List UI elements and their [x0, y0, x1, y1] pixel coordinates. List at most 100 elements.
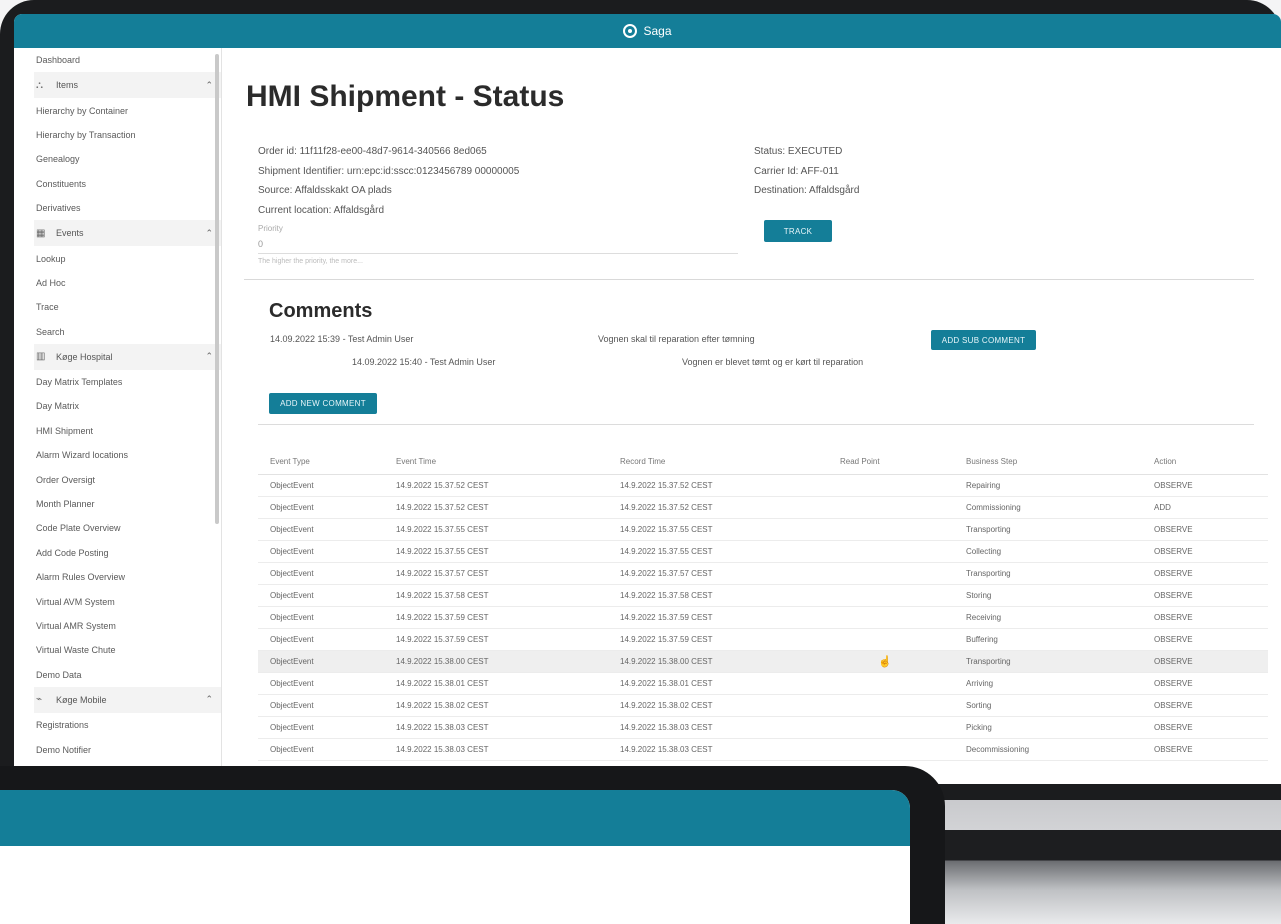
col-record-time[interactable]: Record Time [620, 450, 840, 475]
col-action[interactable]: Action [1154, 450, 1268, 475]
sidebar-item[interactable]: Dashboard [34, 48, 221, 72]
chevron-up-icon[interactable]: ⌃ [205, 80, 213, 91]
comments-divider [258, 424, 1254, 425]
cell-event-time: 14.9.2022 15.37.57 CEST [396, 562, 620, 585]
table-row[interactable]: ObjectEvent 14.9.2022 15.37.59 CEST 14.9.2… [258, 606, 1268, 629]
table-row[interactable]: ObjectEvent 14.9.2022 15.37.52 CEST 14.9.2… [258, 496, 1268, 519]
cell-action: OBSERVE [1154, 672, 1268, 695]
comment-1-meta: 14.09.2022 15:39 - Test Admin User [270, 334, 414, 344]
cell-event-time: 14.9.2022 15.37.55 CEST [396, 518, 620, 541]
sidebar-group[interactable]: ⌁ Køge Mobile ⌃ [34, 686, 221, 713]
cell-event-type: ObjectEvent [258, 628, 396, 651]
col-business-step[interactable]: Business Step [966, 450, 1154, 475]
sidebar-item[interactable]: Day Matrix Templates [34, 370, 221, 394]
track-button[interactable]: TRACK [764, 220, 832, 242]
carrier-id: Carrier Id: AFF-011 [754, 165, 839, 177]
cell-action: ADD [1154, 496, 1268, 519]
cell-event-type: ObjectEvent [258, 716, 396, 739]
foreground-device [0, 766, 945, 924]
sidebar-item[interactable]: Add Code Posting [34, 541, 221, 565]
status: Status: EXECUTED [754, 146, 843, 157]
table-row[interactable]: ObjectEvent 14.9.2022 15.37.57 CEST 14.9.2… [258, 562, 1268, 585]
sidebar-item[interactable]: Derivatives [34, 196, 221, 220]
sidebar-group-label: Køge Hospital [56, 351, 113, 362]
laptop-base [900, 830, 1281, 924]
cell-read-point [840, 694, 966, 717]
cell-read-point [840, 562, 966, 585]
sidebar-group[interactable]: ▦ Events ⌃ [34, 220, 221, 247]
sidebar-item[interactable]: HMI Shipment [34, 419, 221, 443]
table-row[interactable]: ObjectEvent 14.9.2022 15.37.58 CEST 14.9.2… [258, 584, 1268, 607]
cell-action: OBSERVE [1154, 474, 1268, 497]
chevron-up-icon[interactable]: ⌃ [205, 351, 213, 362]
shipment-status: Status: EXECUTED Carrier Id: AFF-011 Des… [754, 142, 859, 201]
sidebar-item[interactable]: Virtual Waste Chute [34, 638, 221, 662]
cell-read-point [840, 672, 966, 695]
chevron-up-icon[interactable]: ⌃ [205, 694, 213, 705]
sidebar-item[interactable]: Alarm Wizard locations [34, 443, 221, 467]
cell-record-time: 14.9.2022 15.37.59 CEST [620, 628, 840, 651]
sidebar-item[interactable]: Registrations [34, 713, 221, 737]
priority-field[interactable]: Priority 0 The higher the priority, the … [258, 224, 738, 265]
col-read-point[interactable]: Read Point [840, 450, 966, 475]
table-row[interactable]: ObjectEvent 14.9.2022 15.38.01 CEST 14.9.2… [258, 672, 1268, 695]
sidebar-item[interactable]: Genealogy [34, 147, 221, 171]
cell-action: OBSERVE [1154, 628, 1268, 651]
chevron-up-icon[interactable]: ⌃ [205, 228, 213, 239]
comment-2-meta: 14.09.2022 15:40 - Test Admin User [352, 357, 496, 367]
sidebar-item[interactable]: Lookup [34, 246, 221, 270]
sidebar-item[interactable]: Demo Data [34, 663, 221, 687]
table-row[interactable]: ObjectEvent 14.9.2022 15.37.52 CEST 14.9.2… [258, 474, 1268, 497]
table-row[interactable]: ObjectEvent 14.9.2022 15.37.55 CEST 14.9.2… [258, 518, 1268, 541]
sidebar-item[interactable]: Order Oversigt [34, 467, 221, 491]
cell-record-time: 14.9.2022 15.37.52 CEST [620, 496, 840, 519]
priority-input[interactable]: 0 [258, 239, 738, 254]
sidebar-item[interactable]: Virtual AMR System [34, 614, 221, 638]
col-event-type[interactable]: Event Type [258, 450, 396, 475]
cell-read-point [840, 496, 966, 519]
cell-action: OBSERVE [1154, 606, 1268, 629]
col-event-time[interactable]: Event Time [396, 450, 620, 475]
cell-event-time: 14.9.2022 15.38.01 CEST [396, 672, 620, 695]
cell-event-type: ObjectEvent [258, 562, 396, 585]
sidebar-item[interactable]: Ad Hoc [34, 271, 221, 295]
sidebar-item[interactable]: Hierarchy by Transaction [34, 123, 221, 147]
sidebar-group[interactable]: ⛬ Items ⌃ [34, 72, 221, 99]
sidebar-item[interactable]: Constituents [34, 172, 221, 196]
table-row[interactable]: ObjectEvent 14.9.2022 15.37.59 CEST 14.9.2… [258, 628, 1268, 651]
events-table: Event Type Event Time Record Time Read P… [258, 450, 1268, 761]
table-row[interactable]: ObjectEvent 14.9.2022 15.38.03 CEST 14.9.2… [258, 716, 1268, 739]
cell-action: OBSERVE [1154, 584, 1268, 607]
laptop-bezel: Saga Dashboard ⛬ Items ⌃ Hierarchy by Contai… [0, 0, 1281, 800]
cell-read-point [840, 606, 966, 629]
add-new-comment-button[interactable]: ADD NEW COMMENT [269, 393, 377, 414]
cell-record-time: 14.9.2022 15.37.52 CEST [620, 474, 840, 497]
sidebar-group[interactable]: ▥ Køge Hospital ⌃ [34, 343, 221, 370]
sidebar-item[interactable]: Search [34, 320, 221, 344]
sidebar-item[interactable]: Hierarchy by Container [34, 98, 221, 122]
cell-record-time: 14.9.2022 15.37.55 CEST [620, 540, 840, 563]
cell-read-point [840, 518, 966, 541]
sidebar-item[interactable]: Alarm Rules Overview [34, 565, 221, 589]
device-photo: Saga Dashboard ⛬ Items ⌃ Hierarchy by Contai… [0, 0, 1281, 924]
table-row[interactable]: ObjectEvent 14.9.2022 15.38.00 CEST 14.9.2… [258, 650, 1268, 673]
cell-business-step: Receiving [966, 606, 1154, 629]
sidebar-item[interactable]: Code Plate Overview [34, 516, 221, 540]
sidebar-item[interactable]: Demo Notifier [34, 737, 221, 761]
add-sub-comment-button[interactable]: ADD SUB COMMENT [931, 330, 1036, 350]
cell-business-step: Buffering [966, 628, 1154, 651]
table-row[interactable]: ObjectEvent 14.9.2022 15.38.03 CEST 14.9.2… [258, 738, 1268, 761]
cell-event-time: 14.9.2022 15.37.58 CEST [396, 584, 620, 607]
cell-read-point [840, 540, 966, 563]
cell-event-type: ObjectEvent [258, 650, 396, 673]
table-row[interactable]: ObjectEvent 14.9.2022 15.38.02 CEST 14.9.2… [258, 694, 1268, 717]
table-row[interactable]: ObjectEvent 14.9.2022 15.37.55 CEST 14.9.2… [258, 540, 1268, 563]
sidebar-item[interactable]: Month Planner [34, 492, 221, 516]
sidebar-item[interactable]: Day Matrix [34, 394, 221, 418]
top-bar: Saga [14, 14, 1281, 48]
sidebar-item[interactable]: Trace [34, 295, 221, 319]
cell-read-point [840, 738, 966, 761]
cell-record-time: 14.9.2022 15.37.57 CEST [620, 562, 840, 585]
sidebar-item[interactable]: Virtual AVM System [34, 589, 221, 613]
sidebar-scrollbar[interactable] [215, 54, 219, 524]
